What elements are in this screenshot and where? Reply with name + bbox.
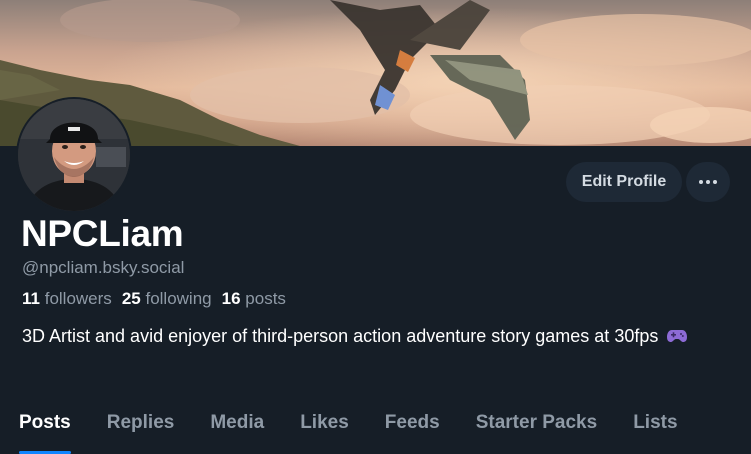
profile-tabs: Posts Replies Media Likes Feeds Starter …	[0, 400, 751, 454]
avatar[interactable]	[16, 97, 132, 213]
bio-text: 3D Artist and avid enjoyer of third-pers…	[22, 326, 659, 346]
followers-label: followers	[44, 289, 112, 308]
tab-feeds[interactable]: Feeds	[367, 400, 458, 454]
more-options-button[interactable]	[686, 162, 730, 202]
profile-bio: 3D Artist and avid enjoyer of third-pers…	[22, 323, 722, 350]
more-horizontal-icon	[699, 180, 717, 184]
profile-stats: 11 followers 25 following 16 posts	[22, 289, 286, 309]
tab-replies[interactable]: Replies	[89, 400, 193, 454]
tab-media[interactable]: Media	[192, 400, 282, 454]
edit-profile-button[interactable]: Edit Profile	[566, 162, 682, 202]
posts-count: 16	[221, 289, 241, 308]
tab-posts[interactable]: Posts	[0, 400, 89, 454]
tab-starter-packs[interactable]: Starter Packs	[458, 400, 615, 454]
posts-label: posts	[245, 289, 286, 308]
posts-stat: 16 posts	[222, 289, 286, 309]
display-name: NPCLiam	[21, 213, 184, 254]
following-label: following	[145, 289, 212, 308]
following-stat[interactable]: 25 following	[122, 289, 212, 309]
gamepad-icon	[667, 324, 688, 350]
tab-likes[interactable]: Likes	[282, 400, 367, 454]
avatar-image	[18, 99, 130, 211]
followers-count: 11	[22, 289, 40, 308]
profile-handle: @npcliam.bsky.social	[22, 258, 185, 277]
followers-stat[interactable]: 11 followers	[22, 289, 112, 309]
tab-lists[interactable]: Lists	[615, 400, 695, 454]
following-count: 25	[121, 289, 141, 308]
